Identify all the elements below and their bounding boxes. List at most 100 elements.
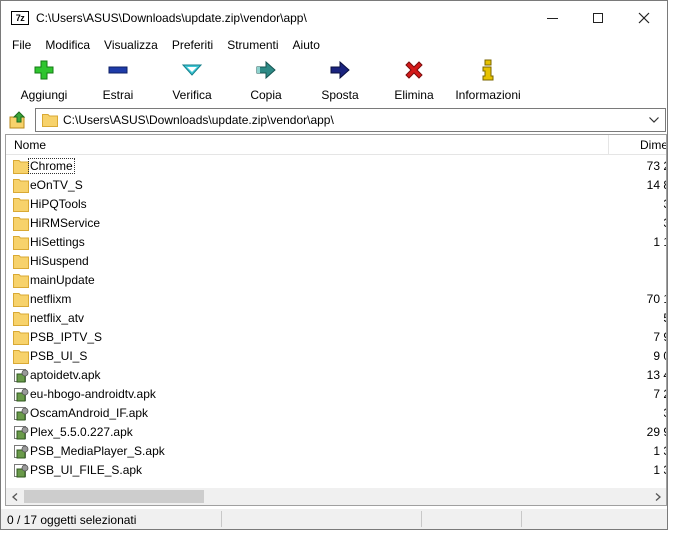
row-size: 1 3 (653, 444, 666, 458)
plus-icon (34, 60, 54, 80)
row-size: 3 (606, 197, 666, 211)
move-arrow-icon (330, 60, 350, 80)
copy-button[interactable]: Copia (229, 57, 303, 105)
row-name: Plex_5.5.0.227.apk (30, 425, 133, 439)
menu-file[interactable]: File (5, 35, 38, 55)
folder-row[interactable]: mainUpdate (6, 271, 666, 290)
row-name: aptoidetv.apk (30, 368, 101, 382)
folder-row[interactable]: netflixm 70 1 (6, 290, 666, 309)
path-dropdown-button[interactable] (647, 113, 661, 127)
row-name: PSB_UI_S (30, 349, 88, 363)
row-name: OscamAndroid_IF.apk (30, 406, 149, 420)
minimize-button[interactable] (529, 1, 575, 35)
chevron-left-icon (11, 492, 17, 501)
add-label: Aggiungi (20, 88, 68, 102)
folder-row[interactable]: HiPQTools 3 (6, 195, 666, 214)
row-name: mainUpdate (30, 273, 95, 287)
scroll-left-button[interactable] (6, 488, 23, 505)
menu-aiuto[interactable]: Aiuto (286, 35, 327, 55)
row-name: PSB_MediaPlayer_S.apk (30, 444, 165, 458)
menu-visualizza[interactable]: Visualizza (97, 35, 165, 55)
scroll-right-button[interactable] (649, 488, 666, 505)
folder-icon (13, 349, 29, 364)
row-name: HiPQTools (30, 197, 87, 211)
row-name: HiRMService (30, 216, 101, 230)
menu-strumenti[interactable]: Strumenti (220, 35, 285, 55)
row-size: 13 4 (646, 368, 666, 382)
path-text: C:\Users\ASUS\Downloads\update.zip\vendo… (63, 113, 334, 127)
folder-icon (13, 216, 29, 231)
address-bar: C:\Users\ASUS\Downloads\update.zip\vendo… (1, 107, 667, 132)
folder-icon (13, 292, 29, 307)
file-row[interactable]: OscamAndroid_IF.apk 3 (6, 404, 666, 423)
close-button[interactable] (621, 1, 667, 35)
row-name: HiSettings (30, 235, 85, 249)
delete-button[interactable]: Elimina (377, 57, 451, 105)
selection-status: 0 / 17 oggetti selezionati (7, 513, 137, 527)
add-button[interactable]: Aggiungi (7, 57, 81, 105)
delete-label: Elimina (394, 88, 434, 102)
row-size (606, 254, 666, 268)
file-row[interactable]: PSB_UI_FILE_S.apk 1 3 (6, 461, 666, 480)
up-folder-icon (9, 111, 26, 129)
window-title: C:\Users\ASUS\Downloads\update.zip\vendo… (36, 11, 307, 25)
extract-button[interactable]: Estrai (81, 57, 155, 105)
column-header-size[interactable]: Dime (640, 138, 666, 152)
file-row[interactable]: PSB_MediaPlayer_S.apk 1 3 (6, 442, 666, 461)
folder-row[interactable]: HiRMService 3 (6, 214, 666, 233)
file-row[interactable]: eu-hbogo-androidtv.apk 7 2 (6, 385, 666, 404)
row-name: eOnTV_S (30, 178, 83, 192)
copy-arrow-icon (256, 60, 276, 80)
minimize-icon (546, 17, 558, 19)
folder-row[interactable]: PSB_IPTV_S 7 9 (6, 328, 666, 347)
folder-icon (13, 178, 29, 193)
row-size (606, 273, 666, 287)
title-bar[interactable]: 7z C:\Users\ASUS\Downloads\update.zip\ve… (1, 1, 667, 35)
row-name: netflixm (30, 292, 72, 306)
file-rows: Chrome73 2eOnTV_S14 8HiPQTools3HiRMServi… (6, 157, 666, 480)
7zip-app-icon[interactable]: 7z (11, 11, 29, 25)
info-button[interactable]: Informazioni (451, 57, 525, 105)
row-size: 70 1 (646, 292, 666, 306)
menu-preferiti[interactable]: Preferiti (165, 35, 220, 55)
row-size: 9 0 (653, 349, 666, 363)
folder-row[interactable]: HiSuspend (6, 252, 666, 271)
folder-icon (13, 273, 29, 288)
apk-file-icon (13, 368, 29, 383)
column-header-name[interactable]: Nome (14, 138, 46, 152)
folder-icon (13, 254, 29, 269)
menu-modifica[interactable]: Modifica (38, 35, 97, 55)
row-name: Chrome (28, 158, 75, 174)
file-list[interactable]: Nome Dime Chrome 73 2 eOnTV_S 14 8 HiPQTools… (5, 134, 667, 506)
column-header-bar: Nome Dime (6, 135, 666, 155)
folder-row[interactable]: eOnTV_S 14 8 (6, 176, 666, 195)
row-size: 3 (606, 216, 666, 230)
folder-row[interactable]: PSB_UI_S 9 0 (6, 347, 666, 366)
folder-row[interactable]: HiSettings 1 1 (6, 233, 666, 252)
row-size: 7 2 (653, 387, 666, 401)
path-combobox[interactable]: C:\Users\ASUS\Downloads\update.zip\vendo… (35, 108, 666, 132)
row-name: HiSuspend (30, 254, 89, 268)
move-button[interactable]: Sposta (303, 57, 377, 105)
apk-file-icon (13, 444, 29, 459)
toolbar: Aggiungi Estrai Verifica Copia Sposta El… (1, 57, 667, 105)
close-icon (638, 12, 650, 24)
horizontal-scrollbar[interactable] (6, 488, 666, 505)
folder-row[interactable]: netflix_atv 5 (6, 309, 666, 328)
folder-row[interactable]: Chrome 73 2 (6, 157, 666, 176)
column-separator[interactable] (608, 135, 609, 155)
folder-icon (42, 114, 58, 127)
folder-icon (13, 159, 29, 174)
verify-button[interactable]: Verifica (155, 57, 229, 105)
file-row[interactable]: Plex_5.5.0.227.apk 29 9 (6, 423, 666, 442)
row-size: 73 2 (646, 159, 666, 173)
check-icon (181, 64, 203, 76)
extract-label: Estrai (102, 88, 134, 102)
row-size: 1 1 (653, 235, 666, 249)
scrollbar-thumb[interactable] (24, 490, 204, 503)
file-row[interactable]: aptoidetv.apk 13 4 (6, 366, 666, 385)
apk-file-icon (13, 406, 29, 421)
status-separator (221, 511, 222, 527)
up-folder-button[interactable] (7, 109, 29, 131)
maximize-button[interactable] (575, 1, 621, 35)
